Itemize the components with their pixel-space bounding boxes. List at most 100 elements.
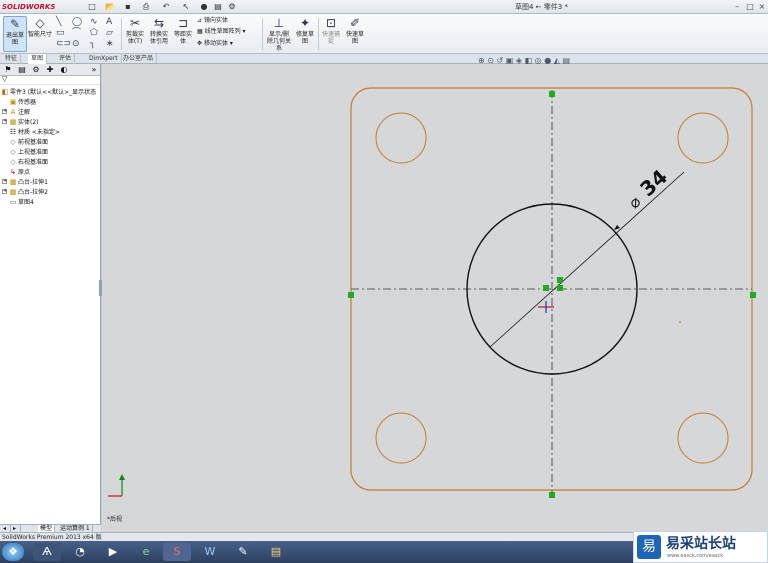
move-entities-button[interactable]: ✥ 移动实体 ▾: [197, 39, 233, 48]
center-relation-1[interactable]: [543, 285, 549, 291]
new-document-icon[interactable]: □: [86, 2, 98, 12]
mirror-entities-button[interactable]: ⊿ 镜向实体: [197, 16, 228, 25]
undo-icon[interactable]: ↶: [160, 2, 172, 12]
tree-item-top-plane[interactable]: ◇ 上视基准面: [9, 147, 48, 157]
tree-filter[interactable]: ▽: [0, 75, 100, 85]
expand-annotations[interactable]: +: [2, 109, 7, 114]
expand-solid-bodies[interactable]: +: [2, 119, 7, 124]
taskbar-app-folder-icon[interactable]: ▤: [262, 543, 290, 561]
endpoint-left[interactable]: [348, 292, 354, 298]
expand-panel-icon[interactable]: »: [88, 65, 100, 75]
tab-features[interactable]: 特征: [2, 54, 22, 64]
diameter-dimension-line[interactable]: [489, 171, 685, 348]
relations-button[interactable]: ⊥ 显示/删除几何关系: [266, 16, 292, 52]
expand-boss-extrude2[interactable]: +: [2, 189, 7, 194]
rectangle-icon[interactable]: ▭: [56, 28, 65, 38]
slot-icon[interactable]: ⊂⊃: [56, 39, 71, 49]
tree-item-solid-bodies[interactable]: ▦ 实体(2): [9, 117, 39, 127]
taskbar-app-ae-icon[interactable]: Ѧ: [33, 543, 61, 561]
tab-dimxpert[interactable]: DimXpert: [86, 54, 122, 64]
expand-boss-extrude1[interactable]: +: [2, 179, 7, 184]
select-icon[interactable]: ↖: [180, 2, 192, 12]
tab-office-products[interactable]: 办公室产品: [120, 54, 158, 64]
hide-show-icon[interactable]: ◎: [535, 56, 542, 65]
exit-sketch-button[interactable]: ✎ 退出草图: [3, 16, 27, 52]
fillet-icon[interactable]: ╮: [90, 39, 95, 49]
edit-appearance-icon[interactable]: ●: [544, 56, 551, 65]
save-icon[interactable]: ▪: [122, 2, 134, 12]
hole-bottom-left[interactable]: [375, 412, 427, 464]
zoom-to-fit-icon[interactable]: ⊕: [478, 56, 485, 65]
trim-entities-button[interactable]: ✂ 剪裁实体(T): [124, 16, 146, 52]
linear-pattern-button[interactable]: ▦ 线性草图阵列 ▾: [197, 27, 246, 36]
tree-item-boss-extrude2[interactable]: ▩ 凸台-拉伸2: [9, 187, 48, 197]
taskbar-app-browser-icon[interactable]: e: [132, 543, 160, 561]
tree-item-boss-extrude1[interactable]: ▩ 凸台-拉伸1: [9, 177, 48, 187]
close-icon[interactable]: ×: [757, 1, 767, 12]
endpoint-top[interactable]: [549, 91, 555, 97]
display-manager-tab-icon[interactable]: ◐: [58, 65, 70, 75]
hole-bottom-right[interactable]: [677, 412, 729, 464]
taskbar-app-tool-icon[interactable]: ✎: [229, 543, 257, 561]
hole-top-right[interactable]: [677, 112, 729, 164]
stray-point[interactable]: [679, 321, 681, 323]
tree-item-right-plane[interactable]: ◇ 右视基准面: [9, 157, 48, 167]
polygon-icon[interactable]: ⬠: [90, 28, 98, 38]
taskbar-app-360-icon[interactable]: ◔: [66, 543, 94, 561]
taskbar-app-player-icon[interactable]: ▶: [99, 543, 127, 561]
taskbar-app-word-icon[interactable]: W: [196, 543, 224, 561]
spline-icon[interactable]: ∿: [90, 17, 98, 27]
print-icon[interactable]: ⎙: [140, 2, 152, 12]
center-relation-3[interactable]: [557, 285, 563, 291]
feature-manager-tab-icon[interactable]: ⚑: [2, 65, 14, 75]
quick-snaps-button[interactable]: ⊡ 快速捕捉: [320, 16, 342, 52]
previous-view-icon[interactable]: ↺: [497, 56, 504, 65]
section-view-icon[interactable]: ▣: [506, 56, 514, 65]
display-style-icon[interactable]: ◧: [525, 56, 533, 65]
file-properties-icon[interactable]: ▤: [212, 2, 224, 12]
scene-icon[interactable]: ◭: [554, 56, 560, 65]
solidworks-logo[interactable]: SOLIDWORKS: [2, 1, 62, 13]
zoom-area-icon[interactable]: ⊙: [487, 56, 494, 65]
smart-dimension-button[interactable]: ◇ 智能尺寸: [28, 16, 52, 52]
circle-icon[interactable]: ◯: [72, 17, 82, 27]
tab-sketch[interactable]: 草图: [28, 54, 48, 64]
sketch-canvas[interactable]: ⌀ 34: [102, 64, 768, 532]
plane-icon[interactable]: ▱: [106, 28, 113, 38]
view-settings-icon[interactable]: ▤: [562, 56, 570, 65]
taskbar-app-solidworks-icon[interactable]: S: [163, 543, 191, 561]
ellipse-icon[interactable]: ⊙: [72, 39, 80, 49]
tree-item-sensors[interactable]: ▣ 传感器: [9, 97, 36, 107]
start-button-icon[interactable]: ❖: [2, 543, 24, 561]
tree-item-part[interactable]: ◧ 零件3 (默认<<默认>_显示状态: [1, 87, 96, 97]
maximize-icon[interactable]: □: [745, 1, 755, 12]
repair-sketch-button[interactable]: ✦ 修复草图: [294, 16, 316, 52]
options-icon[interactable]: ⚙: [226, 2, 238, 12]
tree-item-sketch4[interactable]: ▭ 草图4: [9, 197, 34, 207]
property-manager-tab-icon[interactable]: ▤: [16, 65, 28, 75]
hole-top-left[interactable]: [375, 112, 427, 164]
rebuild-icon[interactable]: ●: [198, 2, 210, 12]
arc-icon[interactable]: ⌒: [72, 28, 81, 38]
convert-entities-button[interactable]: ⇆ 转换实体引用: [148, 16, 170, 52]
view-orientation-icon[interactable]: ◈: [516, 56, 522, 65]
tree-item-material[interactable]: ☷ 材质 <未指定>: [9, 127, 60, 137]
endpoint-right[interactable]: [750, 292, 756, 298]
tree-item-annotations[interactable]: A 注解: [9, 107, 30, 117]
offset-entities-button[interactable]: ⊐ 等距实体: [172, 16, 194, 52]
graphics-area[interactable]: ⌀ 34: [102, 64, 768, 532]
configuration-manager-tab-icon[interactable]: ⚙: [30, 65, 42, 75]
center-relation-2[interactable]: [557, 277, 563, 283]
endpoint-bottom[interactable]: [549, 492, 555, 498]
text-icon[interactable]: A: [106, 17, 112, 27]
tree-item-front-plane[interactable]: ◇ 前视基准面: [9, 137, 48, 147]
open-icon[interactable]: 📂: [104, 2, 116, 12]
line-icon[interactable]: ╲: [56, 17, 61, 27]
dimxpert-manager-tab-icon[interactable]: ✚: [44, 65, 56, 75]
point-icon[interactable]: ∗: [106, 39, 114, 49]
rapid-sketch-button[interactable]: ✐ 快速草图: [344, 16, 366, 52]
minimize-icon[interactable]: –: [732, 1, 742, 12]
tree-item-origin[interactable]: ↳ 原点: [9, 167, 30, 177]
quick-snaps-label: 快速捕捉: [321, 31, 340, 45]
tab-evaluate[interactable]: 评估: [56, 54, 76, 64]
